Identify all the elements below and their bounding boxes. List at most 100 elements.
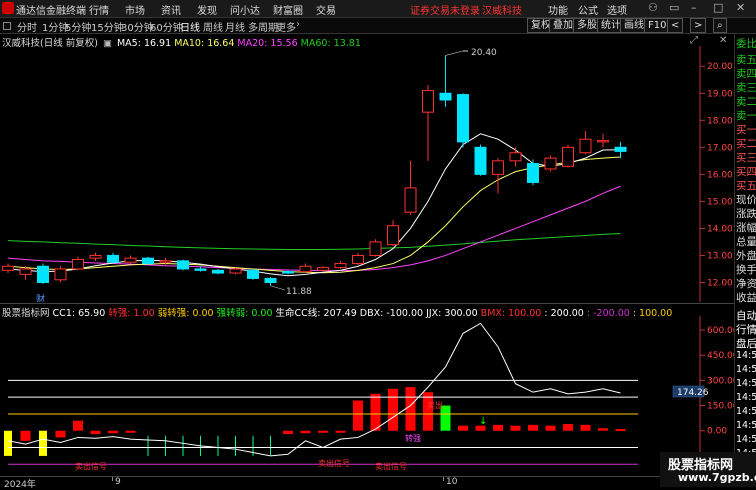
candle[interactable] [457,94,469,143]
menu-item-wenxiaoda[interactable]: 问小达 [230,2,260,17]
tab-monthly[interactable]: 月线 [225,19,245,34]
quote-panel-item[interactable]: 买四 [736,164,756,179]
candle[interactable] [2,265,14,271]
quote-panel-item[interactable]: 涨幅 [736,220,756,235]
button-next[interactable]: > [690,18,707,33]
menu-item-hangqing[interactable]: 行情 [89,2,109,17]
minimize-icon[interactable]: – [691,1,697,14]
quote-panel-item[interactable]: 14:50 [736,406,756,417]
candle[interactable] [404,187,417,213]
candle[interactable] [509,152,522,162]
candle[interactable] [562,146,574,167]
tab-weekly[interactable]: 周线 [203,19,223,34]
expand-icon[interactable]: ⤢ [690,35,698,46]
candle[interactable] [19,268,32,275]
menu-item-zixun[interactable]: 资讯 [161,2,181,17]
candle[interactable] [474,146,487,175]
quote-panel-item[interactable]: 委比 [736,36,756,51]
tab-multi-period[interactable]: 多周期 [248,19,278,34]
candle[interactable] [317,267,329,271]
user-icon[interactable]: ⚇ [648,1,658,14]
quote-panel-item[interactable]: 卖四 [736,66,756,81]
candle[interactable] [89,254,102,259]
quote-panel-item[interactable]: 14:50 [736,364,756,375]
menu-item-shichang[interactable]: 市场 [125,2,145,17]
login-warning[interactable]: 证券交易未登录 [410,2,480,17]
indicator-chart[interactable]: 600.00 450.00 300.00 150.00 0.00 卖出信号 卖出信号 卖… [0,316,734,475]
candle[interactable] [54,268,67,281]
quote-panel-item[interactable]: 盘后 [736,336,756,351]
quote-panel-item[interactable]: 14:50 [736,378,756,389]
button-prev[interactable]: < [667,18,684,33]
candle[interactable] [369,241,382,256]
candle[interactable] [37,265,49,283]
quote-panel-item[interactable]: 买三 [736,150,756,165]
tab-60min[interactable]: 60分钟 [150,19,183,34]
quote-panel-item[interactable]: 14:50 [736,434,756,445]
candle[interactable] [72,259,84,270]
pane-divider[interactable] [0,303,734,304]
menu-item-caifuquan[interactable]: 财富圈 [273,2,303,17]
display-icon[interactable]: ▭ [669,1,679,14]
candle[interactable] [352,254,364,265]
price-chart[interactable]: 20.00 19.00 18.00 17.00 16.00 15.00 14.00 13.00… [0,46,734,302]
tab-15min[interactable]: 15分钟 [91,19,124,34]
close-icon[interactable]: ✕ [736,1,745,14]
candle[interactable] [142,257,154,265]
candle[interactable] [544,157,557,170]
candle[interactable] [282,271,294,274]
candle[interactable] [212,269,224,274]
panel-close-icon[interactable]: ✕ [719,35,727,46]
candle[interactable] [124,257,137,263]
quote-panel-item[interactable]: 总量 [736,234,756,249]
quote-panel-item[interactable]: 自动 [736,308,756,323]
candle[interactable] [492,160,504,175]
quote-panel-item[interactable]: 行情 [736,322,756,337]
quote-panel-item[interactable]: 现价 [736,192,756,207]
quote-panel-item[interactable]: 卖五 [736,52,756,67]
menu-gongneng[interactable]: 功能 [548,2,568,17]
quote-panel-item[interactable]: 14:50 [736,350,756,361]
quote-panel-item[interactable]: 卖二 [736,94,756,109]
quote-panel-item[interactable]: 净资 [736,276,756,291]
quote-panel-item[interactable]: 买五 [736,178,756,193]
tab-daily[interactable]: 日线 [180,19,200,34]
candle[interactable] [107,254,119,263]
quote-panel-item[interactable]: 买二 [736,136,756,151]
candle[interactable] [334,263,347,269]
candle[interactable] [159,260,172,263]
maximize-icon[interactable]: □ [713,1,723,14]
tab-5min[interactable]: 5分钟 [65,19,91,34]
candle[interactable] [194,268,207,271]
candle[interactable] [177,260,189,270]
search-icon[interactable]: ⌕ [713,18,727,33]
menu-item-jiaoyi[interactable]: 交易 [316,2,336,17]
candle[interactable] [229,268,242,274]
quote-panel-item[interactable]: 卖三 [736,80,756,95]
quote-panel-item[interactable]: 涨跌 [736,206,756,221]
menu-xuanxiang[interactable]: 选项 [607,2,627,17]
candle[interactable] [614,146,627,152]
candle[interactable] [387,225,399,246]
quote-panel-item[interactable]: 外盘 [736,248,756,263]
tab-more[interactable]: 更多 [276,19,296,34]
candle[interactable] [579,138,592,154]
quote-panel-item[interactable]: 收益 [736,290,756,305]
tab-30min[interactable]: 30分钟 [121,19,154,34]
candle[interactable] [597,140,609,143]
more-chevron-icon[interactable]: › [296,19,300,30]
menu-item-faxian[interactable]: 发现 [197,2,217,17]
candle[interactable] [264,277,277,283]
candle[interactable] [439,92,452,101]
quote-panel-item[interactable]: 换手 [736,262,756,277]
quote-panel-item[interactable]: 14:50 [736,392,756,403]
menu-gongshi[interactable]: 公式 [578,2,598,17]
quote-panel-item[interactable]: 买一 [736,122,756,137]
tab-fenshi[interactable]: 分时 [17,19,37,34]
grid-icon[interactable] [3,22,11,30]
candle[interactable] [299,265,312,273]
candle[interactable] [247,269,259,279]
quote-panel-item[interactable]: 卖一 [736,108,756,123]
candle[interactable] [527,163,539,183]
quote-panel-item[interactable]: 14:50 [736,420,756,431]
